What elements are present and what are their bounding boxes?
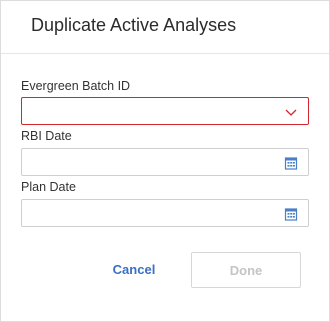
plan-date-input[interactable] (21, 199, 309, 227)
plan-date-label: Plan Date (21, 180, 76, 194)
rbi-date-input[interactable] (21, 148, 309, 176)
chevron-down-icon[interactable] (284, 105, 298, 119)
batch-id-select[interactable] (21, 97, 309, 125)
dialog-title: Duplicate Active Analyses (31, 15, 237, 35)
done-button[interactable]: Done (191, 252, 301, 288)
calendar-icon[interactable] (284, 156, 298, 170)
cancel-button[interactable]: Cancel (101, 252, 167, 288)
duplicate-analyses-dialog: Duplicate Active Analyses Evergreen Batc… (0, 0, 330, 322)
rbi-date-label: RBI Date (21, 129, 72, 143)
batch-id-label: Evergreen Batch ID (21, 79, 131, 93)
calendar-icon[interactable] (284, 207, 298, 221)
dialog-header: Duplicate Active Analyses (1, 1, 329, 54)
